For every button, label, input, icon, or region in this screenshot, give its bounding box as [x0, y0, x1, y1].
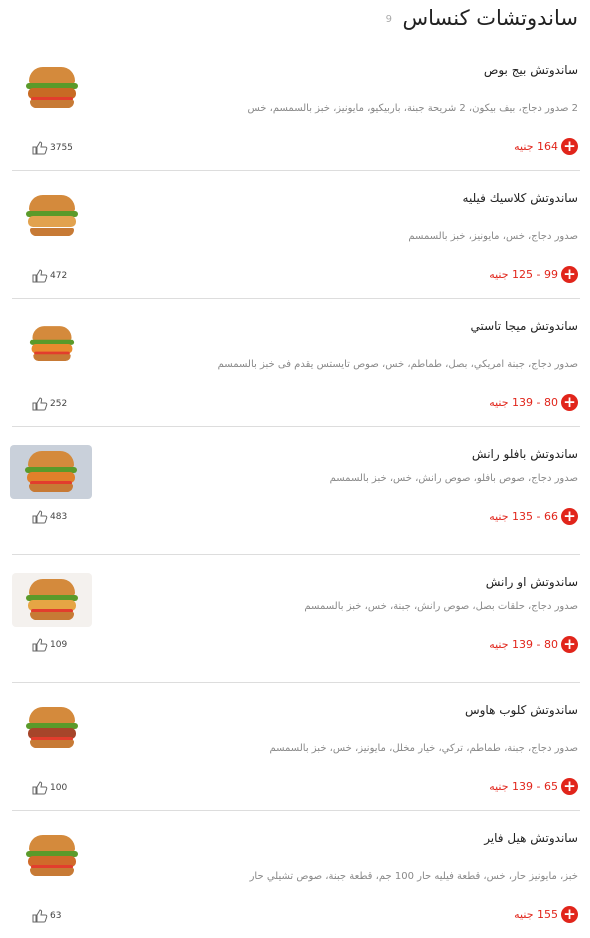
like-count: 3755 — [50, 143, 73, 153]
item-name[interactable]: ساندوتش ميجا تاستي — [470, 319, 578, 333]
burger-image — [26, 65, 78, 111]
thumbs-up-icon[interactable] — [32, 781, 48, 795]
plus-circle-icon[interactable]: + — [561, 777, 578, 795]
menu-item[interactable]: ساندوتش بيج بوص 2 صدور دجاج، بيف بيكون، … — [12, 43, 580, 171]
thumbs-up-icon[interactable] — [32, 909, 48, 923]
like-count: 252 — [50, 399, 68, 409]
like-count: 483 — [50, 512, 68, 522]
item-count: 9 — [385, 14, 392, 25]
menu-item[interactable]: ساندوتش بافلو رانش صدور دجاج، صوص بافلو،… — [10, 427, 580, 555]
item-name[interactable]: ساندوتش هيل فاير — [484, 831, 578, 845]
item-image[interactable] — [12, 829, 92, 883]
plus-circle-icon[interactable]: + — [561, 905, 578, 923]
item-price: 99 - 125 جنيه — [489, 267, 558, 281]
item-description: صدور دجاج، جبنة، طماطم، تركي، خيار مخلل،… — [269, 743, 578, 754]
item-price: 80 - 139 جنيه — [489, 637, 558, 651]
item-price: 155 جنيه — [514, 907, 558, 921]
item-image[interactable] — [12, 701, 92, 755]
price-area: + 164 جنيه — [514, 137, 578, 155]
menu-item[interactable]: ساندوتش ميجا تاستي صدور دجاج، جبنة امريك… — [12, 299, 580, 427]
item-description: خبز، مايونيز حار، خس، قطعة فيليه حار 100… — [249, 871, 578, 882]
menu-item[interactable]: ساندوتش كلوب هاوس صدور دجاج، جبنة، طماطم… — [12, 683, 580, 811]
thumbs-up-icon[interactable] — [32, 638, 48, 652]
like-count: 472 — [50, 271, 68, 281]
item-image[interactable] — [10, 445, 92, 499]
item-price: 66 - 135 جنيه — [489, 509, 558, 523]
likes[interactable]: 63 — [32, 909, 61, 923]
burger-image — [26, 577, 78, 623]
item-price: 80 - 139 جنيه — [489, 395, 558, 409]
section-title: ساندوتشات كنساس — [402, 6, 578, 30]
price-area: + 80 - 139 جنيه — [489, 393, 578, 411]
burger-image — [26, 833, 78, 879]
item-image[interactable] — [12, 189, 92, 243]
item-image[interactable] — [12, 61, 92, 115]
like-count: 63 — [50, 911, 62, 921]
menu-item[interactable]: ساندوتش كلاسيك فيليه صدور دجاج، خس، مايو… — [12, 171, 580, 299]
like-count: 100 — [50, 783, 68, 793]
section-header: ساندوتشات كنساس 9 — [0, 0, 590, 40]
item-price: 164 جنيه — [514, 139, 558, 153]
menu-list: ساندوتش بيج بوص 2 صدور دجاج، بيف بيكون، … — [0, 43, 590, 938]
thumbs-up-icon[interactable] — [32, 141, 48, 155]
item-description: صدور دجاج، حلقات بصل، صوص رانش، جبنة، خس… — [304, 601, 578, 612]
menu-item[interactable]: ساندوتش او رانش صدور دجاج، حلقات بصل، صو… — [12, 555, 580, 683]
item-image[interactable] — [12, 573, 92, 627]
plus-circle-icon[interactable]: + — [561, 265, 578, 283]
likes[interactable]: 472 — [32, 269, 67, 283]
thumbs-up-icon[interactable] — [32, 397, 48, 411]
price-area: + 80 - 139 جنيه — [489, 635, 578, 653]
price-area: + 66 - 135 جنيه — [489, 507, 578, 525]
item-description: 2 صدور دجاج، بيف بيكون، 2 شريحة جبنة، با… — [247, 103, 579, 114]
item-name[interactable]: ساندوتش بافلو رانش — [472, 447, 578, 461]
plus-circle-icon[interactable]: + — [561, 393, 578, 411]
item-price: 65 - 139 جنيه — [489, 779, 558, 793]
plus-circle-icon[interactable]: + — [561, 137, 578, 155]
burger-image — [26, 193, 78, 239]
likes[interactable]: 252 — [32, 397, 67, 411]
item-name[interactable]: ساندوتش كلاسيك فيليه — [463, 191, 578, 205]
like-count: 109 — [50, 640, 68, 650]
burger-image — [29, 324, 75, 363]
likes[interactable]: 100 — [32, 781, 67, 795]
plus-circle-icon[interactable]: + — [561, 507, 578, 525]
menu-item[interactable]: ساندوتش هيل فاير خبز، مايونيز حار، خس، ق… — [12, 811, 580, 938]
thumbs-up-icon[interactable] — [32, 510, 48, 524]
likes[interactable]: 483 — [32, 510, 67, 524]
price-area: + 65 - 139 جنيه — [489, 777, 578, 795]
burger-image — [26, 705, 78, 751]
price-area: + 99 - 125 جنيه — [489, 265, 578, 283]
price-area: + 155 جنيه — [514, 905, 578, 923]
item-description: صدور دجاج، جبنة امريكي، بصل، طماطم، خس، … — [217, 359, 578, 370]
item-name[interactable]: ساندوتش او رانش — [486, 575, 578, 589]
item-name[interactable]: ساندوتش بيج بوص — [484, 63, 578, 77]
thumbs-up-icon[interactable] — [32, 269, 48, 283]
item-image[interactable] — [12, 317, 92, 371]
likes[interactable]: 3755 — [32, 141, 73, 155]
item-name[interactable]: ساندوتش كلوب هاوس — [465, 703, 578, 717]
likes[interactable]: 109 — [32, 638, 67, 652]
item-description: صدور دجاج، صوص بافلو، صوص رانش، خس، خبز … — [329, 473, 578, 484]
burger-image — [25, 449, 77, 495]
plus-circle-icon[interactable]: + — [561, 635, 578, 653]
item-description: صدور دجاج، خس، مايونيز، خبز بالسمسم — [408, 231, 578, 242]
